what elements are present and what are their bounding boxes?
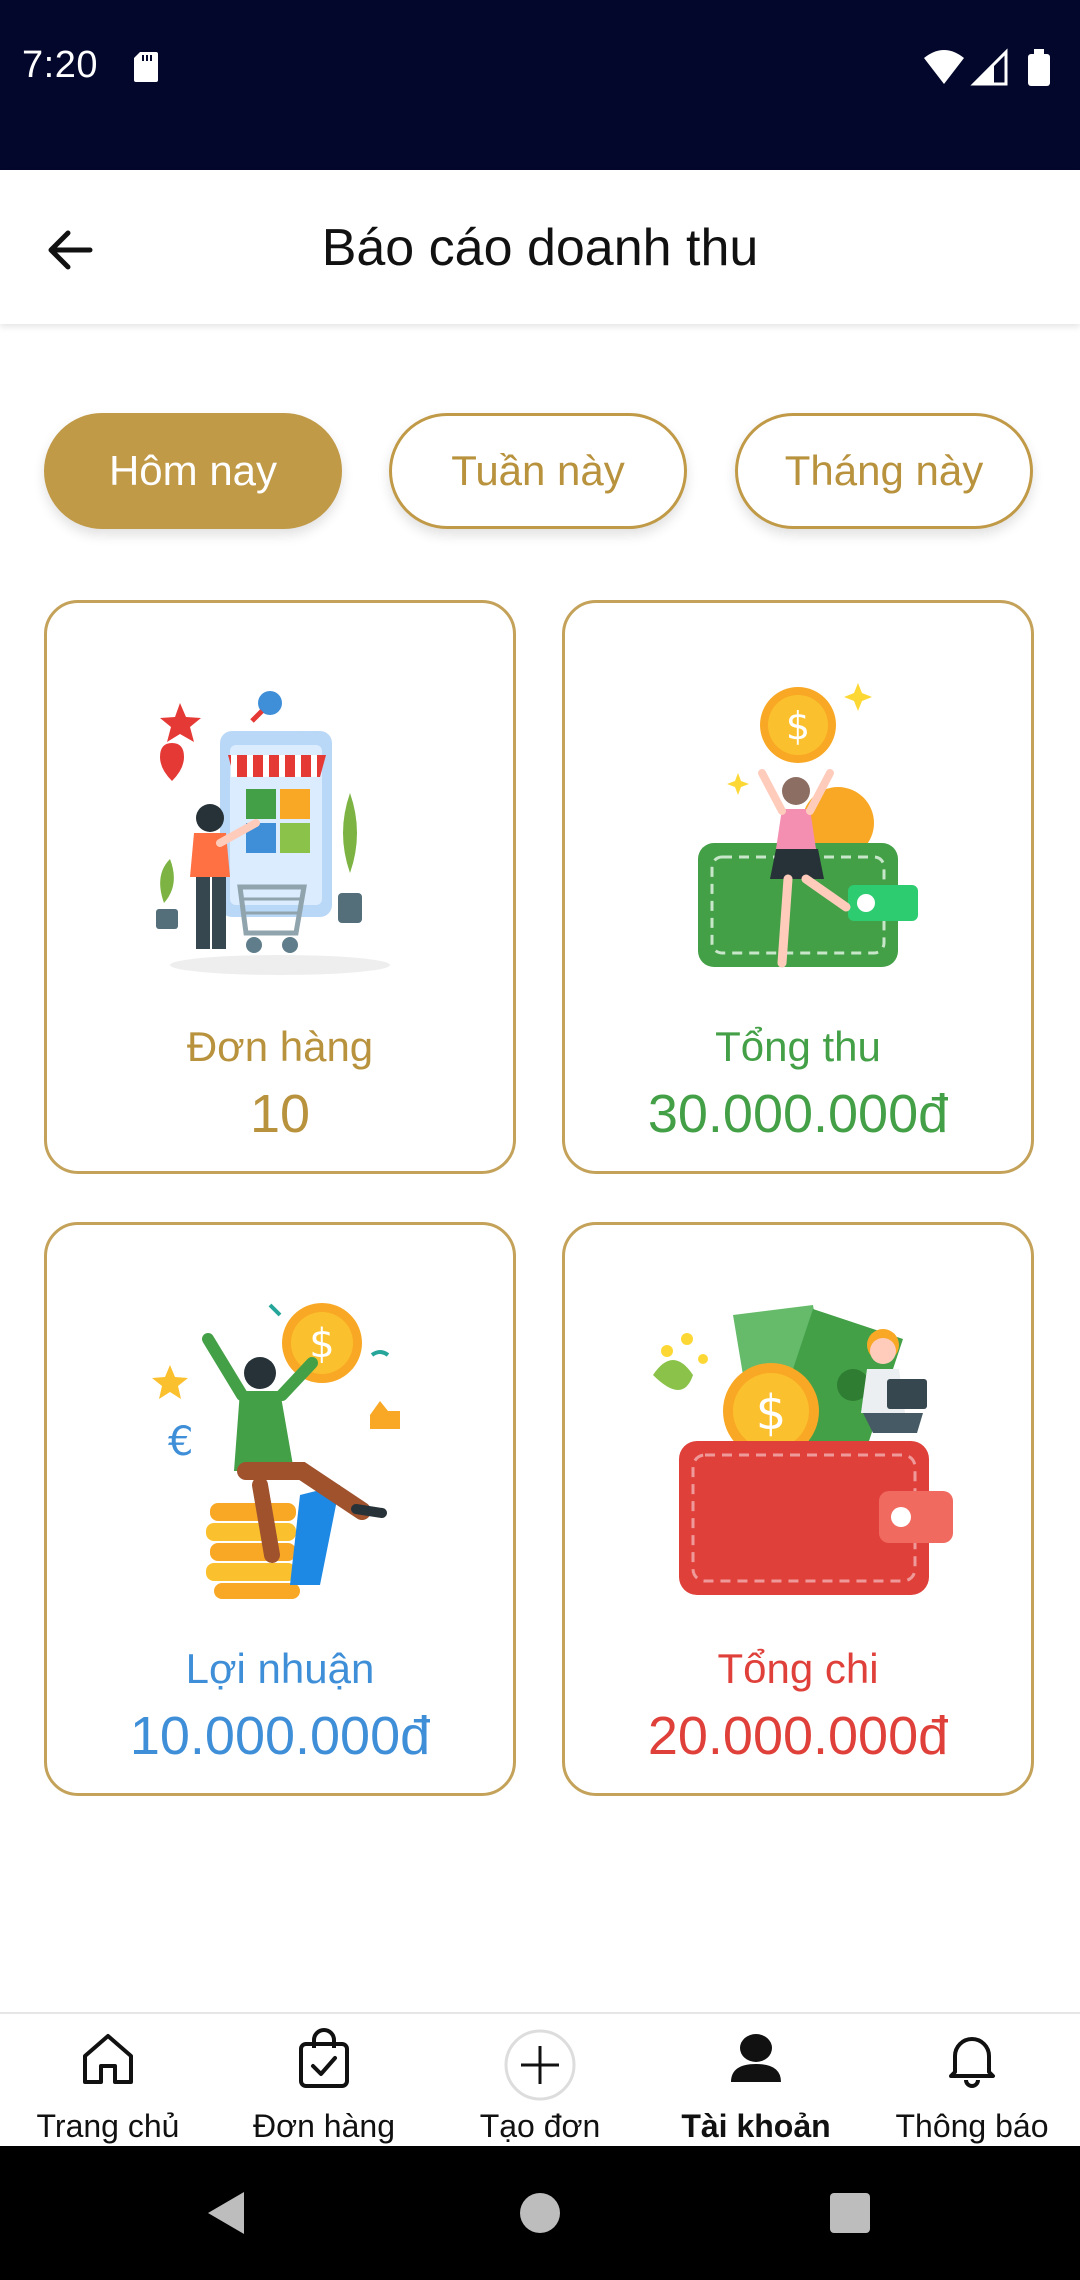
online-shopping-illustration: [156, 691, 390, 975]
home-icon: [83, 2034, 133, 2084]
nav-label-home: Trang chủ: [36, 2108, 180, 2144]
system-home-icon[interactable]: [518, 2190, 562, 2236]
nav-item-create-order[interactable]: Tạo đơn: [432, 2014, 648, 2148]
orders-card[interactable]: Đơn hàng 10: [44, 600, 516, 1174]
status-time: 7:20: [22, 44, 98, 86]
svg-text:€: €: [168, 1419, 193, 1465]
bottom-navigation: Trang chủ Đơn hàng Tạo đơn Tài khoản Thô…: [0, 2012, 1080, 2148]
total-revenue-value: 30.000.000đ: [647, 1084, 949, 1144]
orders-label: Đơn hàng: [186, 1023, 374, 1070]
profit-label: Lợi nhuận: [185, 1645, 375, 1692]
svg-text:$: $: [786, 704, 810, 748]
plus-circle-icon: [504, 2029, 576, 2101]
status-icons: [924, 48, 1050, 86]
app-bar: Báo cáo doanh thu: [0, 170, 1080, 324]
signal-icon: [970, 48, 1008, 86]
page-title: Báo cáo doanh thu: [321, 219, 759, 277]
system-back-icon[interactable]: [204, 2190, 248, 2236]
nav-item-notifications[interactable]: Thông báo: [864, 2014, 1080, 2148]
bell-icon: [949, 2037, 995, 2088]
nav-label-notifications: Thông báo: [895, 2108, 1049, 2144]
sd-card-icon: [134, 52, 158, 82]
wallet-revenue-illustration: $: [698, 683, 918, 968]
wallet-expense-illustration: $: [653, 1305, 953, 1595]
total-expense-card[interactable]: $ Tổng chi 20.000.000đ: [562, 1222, 1034, 1796]
tab-today[interactable]: Hôm nay: [44, 413, 342, 529]
period-tabs: Hôm nay Tuần này Tháng này: [44, 413, 1034, 533]
profit-card[interactable]: $ € Lợi nhuận 10.000.000đ: [44, 1222, 516, 1796]
total-expense-label: Tổng chi: [717, 1645, 879, 1692]
tab-this-week[interactable]: Tuần này: [389, 413, 687, 529]
nav-label-create-order: Tạo đơn: [479, 2108, 601, 2144]
profit-value: 10.000.000đ: [129, 1706, 431, 1766]
wifi-icon: [924, 50, 964, 84]
orders-value: 10: [249, 1084, 311, 1144]
svg-text:$: $: [756, 1385, 787, 1441]
system-navigation-bar: [0, 2146, 1080, 2280]
nav-item-orders[interactable]: Đơn hàng: [216, 2014, 432, 2148]
nav-label-account: Tài khoản: [681, 2108, 831, 2144]
total-expense-value: 20.000.000đ: [647, 1706, 949, 1766]
nav-label-orders: Đơn hàng: [253, 2108, 395, 2144]
total-revenue-label: Tổng thu: [715, 1023, 881, 1070]
profit-illustration: $ €: [152, 1303, 400, 1599]
status-bar: 7:20: [0, 0, 1080, 170]
system-recents-icon[interactable]: [828, 2190, 872, 2236]
nav-item-home[interactable]: Trang chủ: [0, 2014, 216, 2148]
shopping-bag-icon: [299, 2028, 349, 2088]
nav-item-account[interactable]: Tài khoản: [648, 2014, 864, 2148]
battery-icon: [1028, 49, 1050, 86]
total-revenue-card[interactable]: $ Tổng thu 30.000.000đ: [562, 600, 1034, 1174]
user-icon: [731, 2034, 781, 2082]
tab-this-month[interactable]: Tháng này: [735, 413, 1033, 529]
